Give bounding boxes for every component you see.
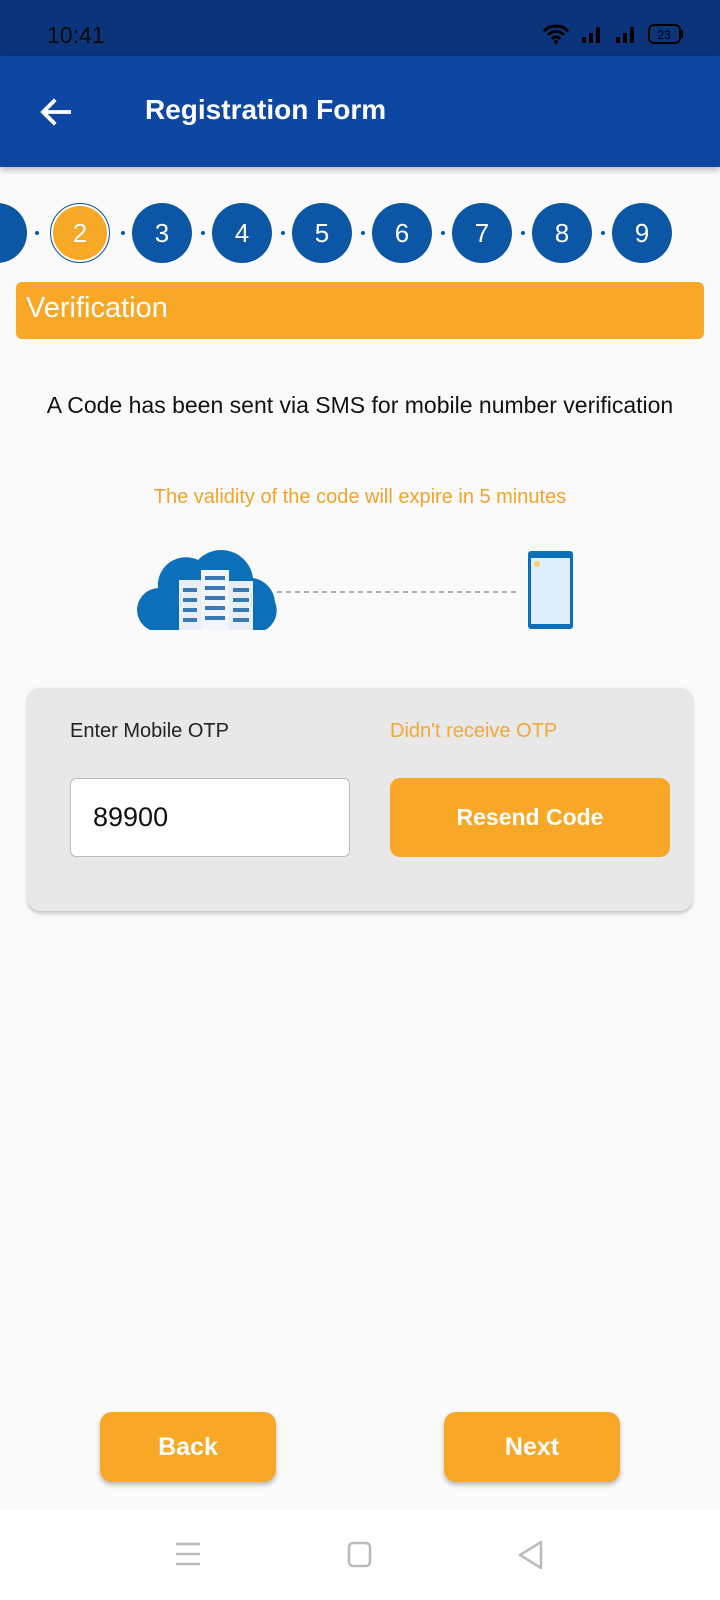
step-7[interactable]: 7 bbox=[452, 203, 512, 263]
stepper: 2 3 4 5 6 7 8 9 bbox=[0, 203, 720, 263]
app-bar: Registration Form bbox=[0, 56, 720, 167]
sms-message: A Code has been sent via SMS for mobile … bbox=[46, 392, 674, 418]
cloud-to-phone-illustration bbox=[137, 549, 573, 630]
step-6[interactable]: 6 bbox=[372, 203, 432, 263]
wifi-icon bbox=[542, 24, 570, 44]
step-9[interactable]: 9 bbox=[612, 203, 672, 263]
page-title: Registration Form bbox=[145, 94, 387, 125]
otp-card: Enter Mobile OTP Didn't receive OTP Rese… bbox=[28, 688, 692, 911]
phone-icon bbox=[528, 551, 573, 629]
next-button[interactable]: Next bbox=[444, 1412, 620, 1482]
svg-text:23: 23 bbox=[657, 28, 671, 42]
status-bar: 10:41 23 bbox=[0, 0, 720, 56]
step-connector bbox=[601, 231, 605, 235]
step-connector bbox=[35, 231, 39, 235]
resend-code-button[interactable]: Resend Code bbox=[390, 778, 670, 857]
step-2[interactable]: 2 bbox=[50, 203, 110, 263]
step-8[interactable]: 8 bbox=[532, 203, 592, 263]
step-3[interactable]: 3 bbox=[132, 203, 192, 263]
signal-icon bbox=[582, 27, 600, 43]
back-button[interactable]: Back bbox=[100, 1412, 276, 1482]
step-4[interactable]: 4 bbox=[212, 203, 272, 263]
status-icons: 23 bbox=[542, 24, 684, 44]
step-connector bbox=[121, 231, 125, 235]
system-nav-bar bbox=[0, 1510, 720, 1600]
validity-note: The validity of the code will expire in … bbox=[153, 486, 567, 508]
otp-label: Enter Mobile OTP bbox=[70, 720, 229, 742]
didnt-receive-otp-text: Didn't receive OTP bbox=[390, 720, 558, 742]
step-1[interactable] bbox=[0, 203, 27, 263]
step-connector bbox=[201, 231, 205, 235]
back-nav-icon[interactable] bbox=[517, 1540, 545, 1570]
step-connector bbox=[441, 231, 445, 235]
step-5[interactable]: 5 bbox=[292, 203, 352, 263]
battery-icon: 23 bbox=[648, 24, 683, 44]
menu-icon[interactable] bbox=[175, 1542, 201, 1566]
home-icon[interactable] bbox=[347, 1541, 373, 1569]
cloud-server-icon bbox=[137, 549, 277, 630]
signal-icon bbox=[616, 27, 634, 43]
status-time: 10:41 bbox=[47, 22, 105, 48]
step-connector bbox=[361, 231, 365, 235]
step-connector bbox=[281, 231, 285, 235]
step-connector bbox=[521, 231, 525, 235]
arrow-left-icon[interactable] bbox=[36, 91, 78, 133]
otp-input[interactable] bbox=[70, 778, 350, 857]
section-header: Verification bbox=[16, 282, 704, 339]
